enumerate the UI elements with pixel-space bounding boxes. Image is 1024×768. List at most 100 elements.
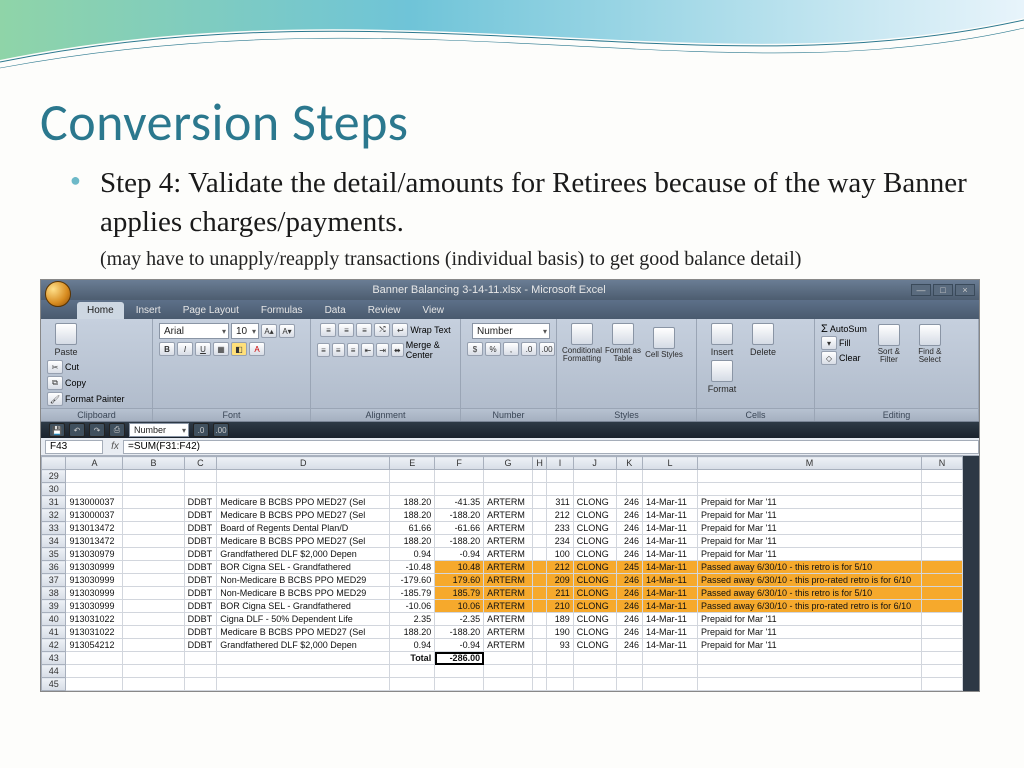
cell-C38[interactable]: DDBT (184, 587, 217, 600)
cell-E34[interactable]: 188.20 (390, 535, 435, 548)
shrink-font-button[interactable]: A▾ (279, 324, 295, 338)
qat-redo-icon[interactable]: ↷ (89, 423, 105, 437)
cell-L32[interactable]: 14-Mar-11 (642, 509, 697, 522)
cell-I39[interactable]: 210 (547, 600, 573, 613)
ribbon-tab-home[interactable]: Home (77, 302, 124, 319)
cell-N33[interactable] (922, 522, 963, 535)
cell-N40[interactable] (922, 613, 963, 626)
cell-E35[interactable]: 0.94 (390, 548, 435, 561)
border-button[interactable]: ▦ (213, 342, 229, 356)
cell-H41[interactable] (532, 626, 546, 639)
cell-E41[interactable]: 188.20 (390, 626, 435, 639)
cell-B40[interactable] (123, 613, 184, 626)
cell-J30[interactable] (573, 483, 616, 496)
autosum-button[interactable]: ΣAutoSum (821, 323, 867, 335)
cell-G44[interactable] (484, 665, 533, 678)
orientation-button[interactable]: ⤭ (374, 323, 390, 337)
cell-J36[interactable]: CLONG (573, 561, 616, 574)
cell-F35[interactable]: -0.94 (435, 548, 484, 561)
cell-B39[interactable] (123, 600, 184, 613)
cell-H31[interactable] (532, 496, 546, 509)
cell-A32[interactable]: 913000037 (66, 509, 123, 522)
cell-K30[interactable] (616, 483, 642, 496)
cell-C43[interactable] (184, 652, 217, 665)
cell-I37[interactable]: 209 (547, 574, 573, 587)
font-name-combo[interactable]: Arial (159, 323, 229, 339)
cell-F38[interactable]: 185.79 (435, 587, 484, 600)
row-header-34[interactable]: 34 (42, 535, 66, 548)
select-all-corner[interactable] (42, 457, 66, 470)
cell-J37[interactable]: CLONG (573, 574, 616, 587)
cell-I41[interactable]: 190 (547, 626, 573, 639)
cell-F37[interactable]: 179.60 (435, 574, 484, 587)
cell-E44[interactable] (390, 665, 435, 678)
row-header-45[interactable]: 45 (42, 678, 66, 691)
cell-G31[interactable]: ARTERM (484, 496, 533, 509)
column-header-H[interactable]: H (532, 457, 546, 470)
cell-I36[interactable]: 212 (547, 561, 573, 574)
cell-C40[interactable]: DDBT (184, 613, 217, 626)
cell-N30[interactable] (922, 483, 963, 496)
cell-D29[interactable] (217, 470, 390, 483)
cell-B34[interactable] (123, 535, 184, 548)
cell-N31[interactable] (922, 496, 963, 509)
cell-L31[interactable]: 14-Mar-11 (642, 496, 697, 509)
ribbon-tab-page-layout[interactable]: Page Layout (173, 302, 249, 319)
increase-decimal-button[interactable]: .0 (521, 342, 537, 356)
qat-save-icon[interactable]: 💾 (49, 423, 65, 437)
cell-M29[interactable] (697, 470, 921, 483)
cell-H34[interactable] (532, 535, 546, 548)
cell-L38[interactable]: 14-Mar-11 (642, 587, 697, 600)
cell-E33[interactable]: 61.66 (390, 522, 435, 535)
cell-I40[interactable]: 189 (547, 613, 573, 626)
column-header-G[interactable]: G (484, 457, 533, 470)
cell-A41[interactable]: 913031022 (66, 626, 123, 639)
cell-F30[interactable] (435, 483, 484, 496)
cell-M31[interactable]: Prepaid for Mar '11 (697, 496, 921, 509)
cell-C35[interactable]: DDBT (184, 548, 217, 561)
cell-H38[interactable] (532, 587, 546, 600)
cell-H45[interactable] (532, 678, 546, 691)
cell-G43[interactable] (484, 652, 533, 665)
column-header-B[interactable]: B (123, 457, 184, 470)
row-header-29[interactable]: 29 (42, 470, 66, 483)
cell-K38[interactable]: 246 (616, 587, 642, 600)
qat-decrease-decimal[interactable]: .0 (193, 423, 209, 437)
row-header-31[interactable]: 31 (42, 496, 66, 509)
worksheet-grid[interactable]: ABCDEFGHIJKLMN293031913000037DDBTMedicar… (41, 456, 963, 691)
comma-button[interactable]: , (503, 342, 519, 356)
cell-E42[interactable]: 0.94 (390, 639, 435, 652)
cell-M39[interactable]: Passed away 6/30/10 - this pro-rated ret… (697, 600, 921, 613)
cell-I33[interactable]: 233 (547, 522, 573, 535)
ribbon-tab-formulas[interactable]: Formulas (251, 302, 313, 319)
cell-L30[interactable] (642, 483, 697, 496)
insert-cells-button[interactable]: Insert (703, 323, 741, 357)
cell-A40[interactable]: 913031022 (66, 613, 123, 626)
format-painter-button[interactable]: 🖌Format Painter (47, 392, 125, 406)
cell-D30[interactable] (217, 483, 390, 496)
cell-H35[interactable] (532, 548, 546, 561)
cell-L43[interactable] (642, 652, 697, 665)
ribbon-tab-insert[interactable]: Insert (126, 302, 171, 319)
cell-G33[interactable]: ARTERM (484, 522, 533, 535)
format-cells-button[interactable]: Format (703, 360, 741, 394)
column-header-J[interactable]: J (573, 457, 616, 470)
cell-N44[interactable] (922, 665, 963, 678)
cell-J40[interactable]: CLONG (573, 613, 616, 626)
cell-I34[interactable]: 234 (547, 535, 573, 548)
fx-icon[interactable]: fx (107, 441, 123, 452)
row-header-36[interactable]: 36 (42, 561, 66, 574)
cell-M36[interactable]: Passed away 6/30/10 - this retro is for … (697, 561, 921, 574)
cell-F45[interactable] (435, 678, 484, 691)
ribbon-tab-view[interactable]: View (412, 302, 454, 319)
cell-C39[interactable]: DDBT (184, 600, 217, 613)
cell-C36[interactable]: DDBT (184, 561, 217, 574)
cell-E36[interactable]: -10.48 (390, 561, 435, 574)
cell-L33[interactable]: 14-Mar-11 (642, 522, 697, 535)
cell-K40[interactable]: 246 (616, 613, 642, 626)
cell-N42[interactable] (922, 639, 963, 652)
cell-G39[interactable]: ARTERM (484, 600, 533, 613)
cell-M34[interactable]: Prepaid for Mar '11 (697, 535, 921, 548)
align-center-button[interactable]: ≡ (332, 343, 345, 357)
grow-font-button[interactable]: A▴ (261, 324, 277, 338)
